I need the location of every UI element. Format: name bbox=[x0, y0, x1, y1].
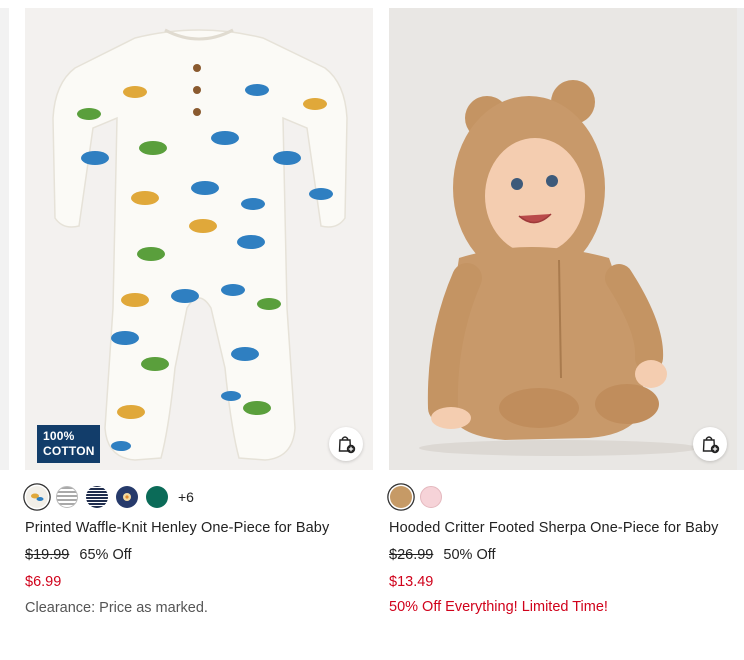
product-image[interactable]: 100% COTTON bbox=[25, 8, 373, 470]
prev-card-edge bbox=[0, 8, 9, 470]
swatch-stripe[interactable] bbox=[56, 486, 78, 508]
clearance-note: Clearance: Price as marked. bbox=[25, 600, 208, 616]
dog-swatch-icon bbox=[31, 493, 44, 501]
swatch-pink[interactable] bbox=[420, 486, 442, 508]
flower-swatch-icon bbox=[123, 493, 131, 501]
product-title[interactable]: Printed Waffle-Knit Henley One-Piece for… bbox=[25, 520, 373, 537]
swatch-navy-print[interactable] bbox=[116, 486, 138, 508]
promo-text: 50% Off Everything! Limited Time! bbox=[389, 599, 608, 615]
shopping-bag-plus-icon bbox=[338, 436, 356, 454]
baby-sherpa-illustration bbox=[419, 80, 699, 456]
swatch-navy-stripe[interactable] bbox=[86, 486, 108, 508]
product-image[interactable] bbox=[389, 8, 737, 470]
onepiece-illustration bbox=[52, 28, 348, 461]
original-price: $26.99 bbox=[389, 547, 434, 563]
swatch-dog-print[interactable] bbox=[26, 486, 48, 508]
original-price: $19.99 bbox=[25, 547, 70, 563]
badge-line2: COTTON bbox=[43, 444, 95, 458]
price-row: $26.99 50% Off bbox=[389, 547, 737, 564]
sale-price: $6.99 bbox=[25, 574, 62, 590]
more-colors-count[interactable]: +6 bbox=[178, 489, 194, 505]
product-card-sherpa[interactable]: Hooded Critter Footed Sherpa One-Piece f… bbox=[389, 8, 737, 616]
next-card-edge bbox=[736, 8, 744, 470]
swatch-green[interactable] bbox=[146, 486, 168, 508]
color-swatches: +6 bbox=[25, 484, 373, 510]
shopping-bag-plus-icon bbox=[702, 436, 720, 454]
badge-line1: 100% bbox=[43, 429, 75, 443]
cotton-badge: 100% COTTON bbox=[37, 425, 100, 463]
add-to-bag-button[interactable] bbox=[693, 427, 727, 461]
add-to-bag-button[interactable] bbox=[329, 427, 363, 461]
discount-label: 50% Off bbox=[443, 547, 496, 563]
color-swatches bbox=[389, 484, 737, 510]
product-title[interactable]: Hooded Critter Footed Sherpa One-Piece f… bbox=[389, 520, 737, 537]
sale-price: $13.49 bbox=[389, 574, 434, 590]
swatch-tan[interactable] bbox=[390, 486, 412, 508]
product-card-henley[interactable]: 100% COTTON +6 Printed Waffle-Knit Henle… bbox=[25, 8, 373, 617]
price-row: $19.99 65% Off bbox=[25, 547, 373, 564]
discount-label: 65% Off bbox=[79, 547, 132, 563]
